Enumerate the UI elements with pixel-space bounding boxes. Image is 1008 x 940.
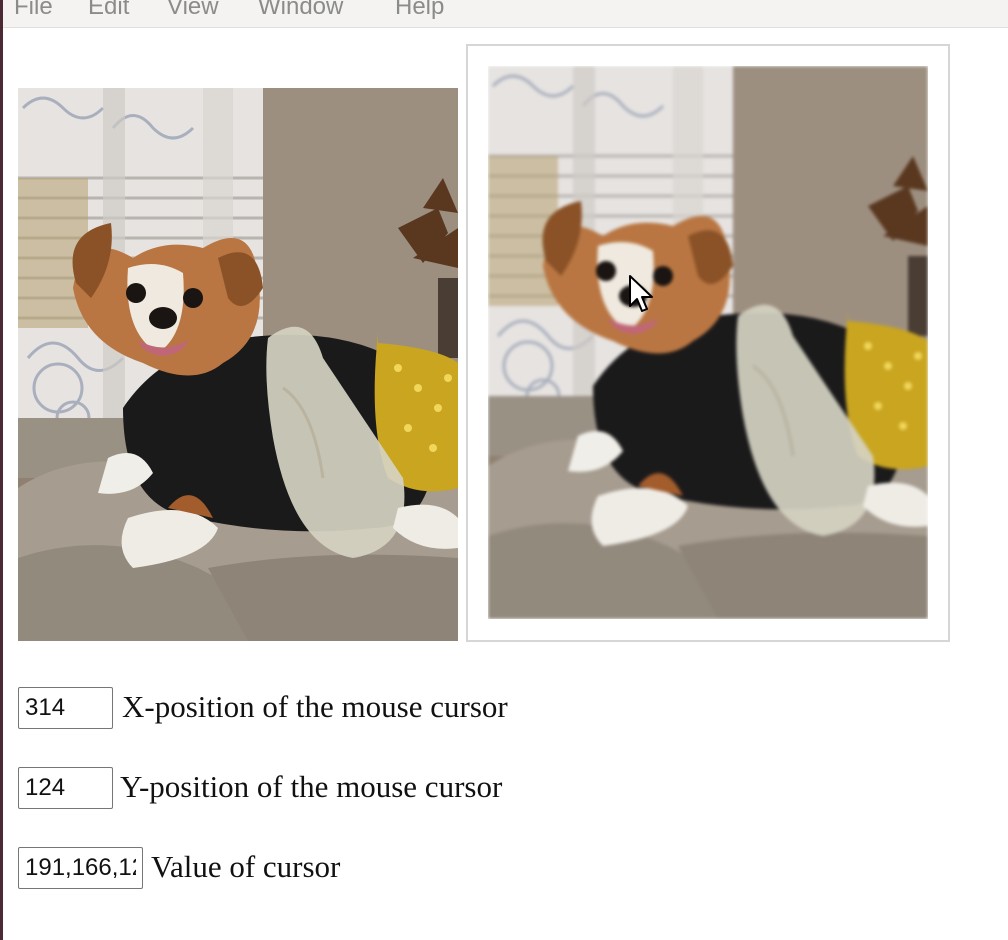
cursor-value-input[interactable]: [18, 847, 143, 889]
menu-view[interactable]: View: [167, 0, 219, 22]
y-position-label: Y-position of the mouse cursor: [120, 769, 503, 804]
x-position-label: X-position of the mouse cursor: [122, 689, 508, 724]
menu-file[interactable]: File: [14, 0, 53, 22]
x-position-input[interactable]: [18, 687, 113, 729]
menu-window[interactable]: Window: [258, 0, 343, 22]
menu-bar: File Edit View Window Help: [3, 0, 1008, 28]
mouse-pointer-icon: [628, 274, 656, 316]
original-image: [18, 88, 458, 641]
menu-edit[interactable]: Edit: [88, 0, 129, 22]
menu-help[interactable]: Help: [395, 0, 444, 22]
cursor-value-label: Value of cursor: [151, 849, 341, 884]
processed-image[interactable]: [488, 66, 928, 619]
y-position-input[interactable]: [18, 767, 113, 809]
window-edge: [0, 0, 3, 940]
